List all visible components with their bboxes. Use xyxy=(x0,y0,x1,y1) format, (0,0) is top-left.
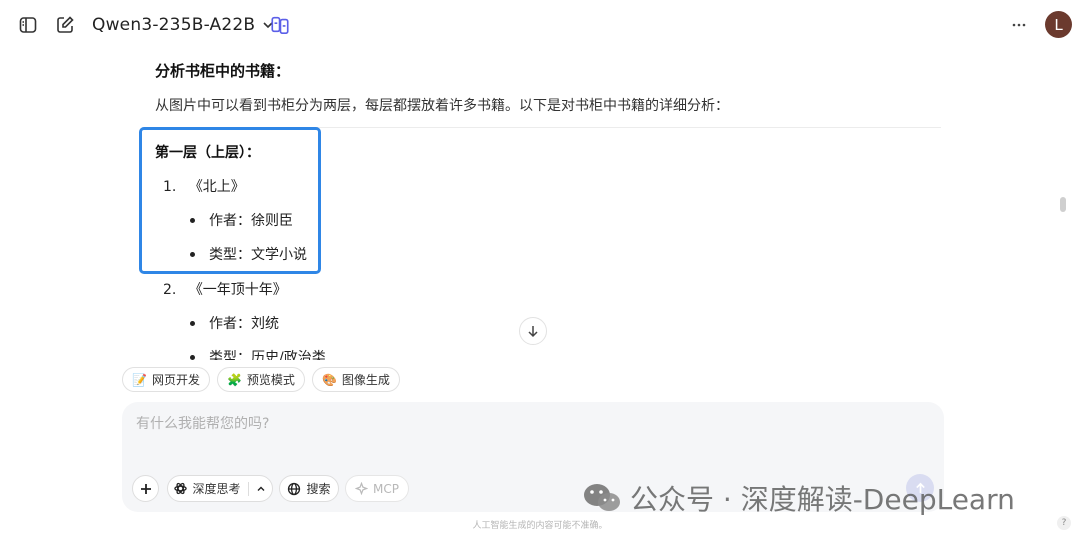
list-item: 类型：历史/政治类 xyxy=(190,347,326,360)
chevron-up-icon[interactable] xyxy=(256,484,266,494)
message-heading: 分析书柜中的书籍： xyxy=(155,62,291,80)
wechat-logo-icon xyxy=(584,484,620,511)
list-item: 2. 《一年顶十年》 xyxy=(163,279,287,299)
search-button[interactable]: 搜索 xyxy=(279,475,339,502)
deep-think-label: 深度思考 xyxy=(192,482,241,496)
mcp-label: MCP xyxy=(373,481,399,496)
watermark: 公众号 · 深度解读-DeepLearn xyxy=(582,478,1015,518)
chip-preview-mode[interactable]: 🧩 预览模式 xyxy=(216,367,305,392)
pencil-icon: 📝 xyxy=(132,372,147,387)
search-label: 搜索 xyxy=(306,482,331,496)
separator xyxy=(247,481,249,496)
sparkle-icon xyxy=(355,482,369,495)
highlight-box xyxy=(139,127,321,274)
book-detail: 作者：刘统 xyxy=(209,316,279,332)
bullet-icon xyxy=(190,320,195,326)
list-index: 2. xyxy=(163,282,177,298)
scroll-down-button[interactable] xyxy=(519,317,547,345)
plus-icon xyxy=(140,483,151,494)
list-item: 作者：刘统 xyxy=(190,313,279,333)
disclaimer: 人工智能生成的内容可能不准确。 xyxy=(472,521,608,531)
bullet-icon xyxy=(190,354,195,360)
new-chat-icon[interactable] xyxy=(53,13,77,37)
help-icon[interactable]: ? xyxy=(1057,516,1071,530)
chip-label: 预览模式 xyxy=(246,373,295,387)
avatar[interactable]: L xyxy=(1045,11,1072,38)
scrollbar[interactable] xyxy=(1060,197,1066,212)
puzzle-icon: 🧩 xyxy=(226,372,242,387)
palette-icon: 🎨 xyxy=(321,372,337,387)
book-title: 《一年顶十年》 xyxy=(188,282,287,298)
more-options-icon[interactable] xyxy=(1007,13,1031,37)
chip-label: 图像生成 xyxy=(341,373,390,387)
mcp-button[interactable]: MCP xyxy=(345,475,409,502)
deep-think-button[interactable]: 深度思考 xyxy=(167,475,273,502)
arrow-down-icon xyxy=(528,326,538,338)
atom-icon xyxy=(174,482,188,495)
chip-image-gen[interactable]: 🎨 图像生成 xyxy=(311,367,400,392)
watermark-text: 公众号 · 深度解读-DeepLearn xyxy=(630,483,1015,516)
message-input[interactable] xyxy=(136,416,916,432)
sidebar-toggle-icon[interactable] xyxy=(16,13,40,37)
message-intro: 从图片中可以看到书柜分为两层，每层都摆放着许多书籍。以下是对书柜中书籍的详细分析… xyxy=(155,98,729,114)
globe-icon xyxy=(288,482,301,495)
book-detail: 类型：历史/政治类 xyxy=(209,350,326,360)
suggestion-chips: 📝 网页开发 🧩 预览模式 🎨 图像生成 xyxy=(122,367,400,392)
chip-label: 网页开发 xyxy=(151,373,200,387)
chip-web-dev[interactable]: 📝 网页开发 xyxy=(122,367,210,392)
attach-button[interactable] xyxy=(132,475,159,502)
